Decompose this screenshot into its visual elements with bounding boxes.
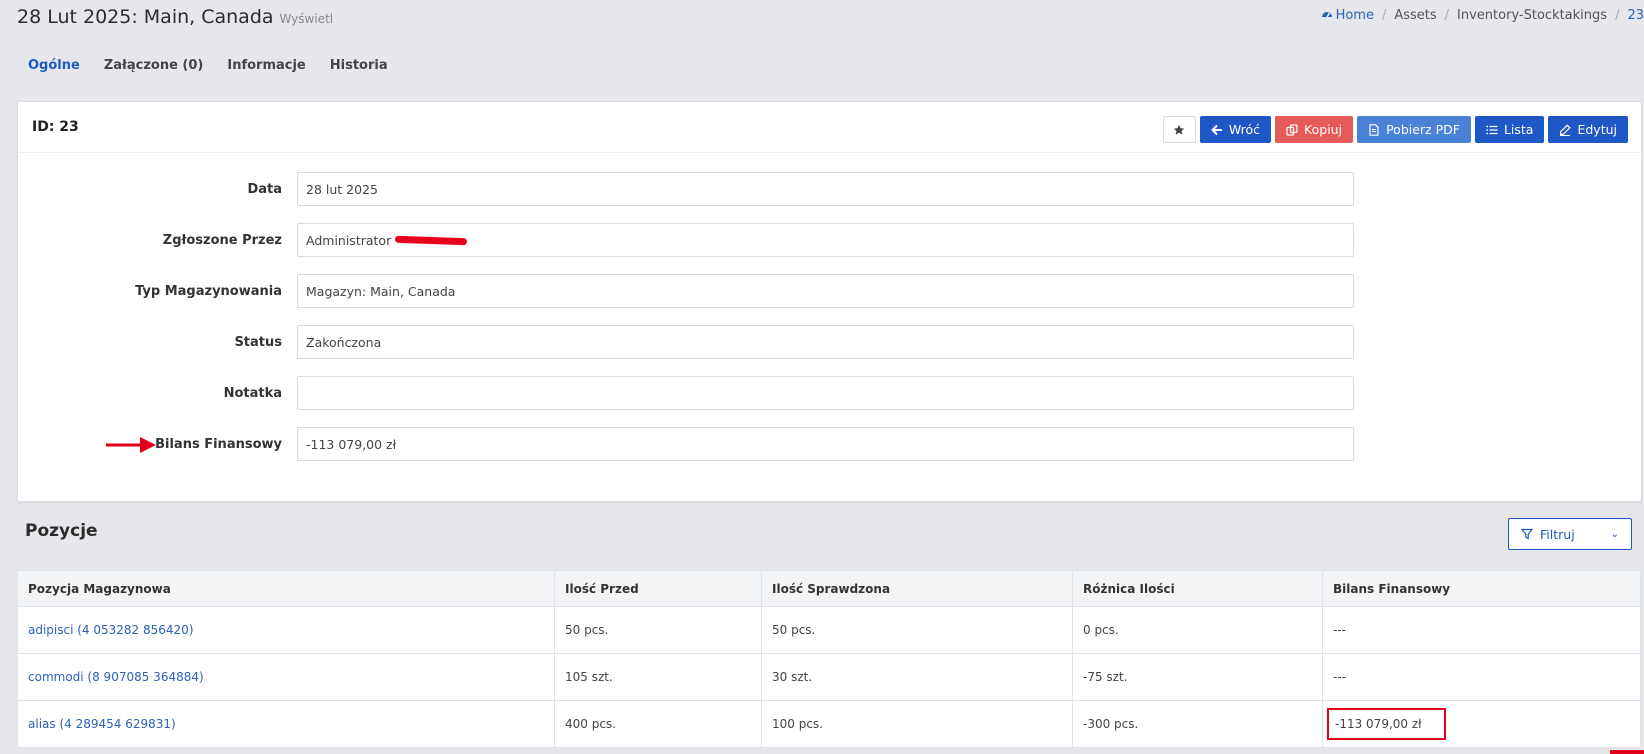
tabs: Ogólne Załączone (0) Informacje Historia xyxy=(28,58,388,73)
file-pdf-icon xyxy=(1369,123,1379,136)
copy-button[interactable]: Kopiuj xyxy=(1275,116,1354,143)
download-pdf-button[interactable]: Pobierz PDF xyxy=(1357,116,1471,143)
redaction-mark xyxy=(395,235,468,245)
filter-button[interactable]: Filtruj ⌄ xyxy=(1508,518,1632,550)
form-row-status: Status Zakończona xyxy=(18,325,1641,361)
details-card: ID: 23 Wróć Kopiuj Pobierz PDF Lista Edy… xyxy=(17,101,1642,502)
breadcrumb-inventory[interactable]: Inventory-Stocktakings xyxy=(1457,8,1607,23)
form-row-date: Data 28 lut 2025 xyxy=(18,172,1641,208)
card-header: ID: 23 Wróć Kopiuj Pobierz PDF Lista Edy… xyxy=(18,102,1641,153)
table-header-row: Pozycja Magazynowa Ilość Przed Ilość Spr… xyxy=(17,570,1641,607)
tab-history[interactable]: Historia xyxy=(330,58,388,73)
financial-balance: --- xyxy=(1322,653,1641,701)
storage-type-field: Magazyn: Main, Canada xyxy=(297,274,1354,308)
column-header[interactable]: Ilość Przed xyxy=(554,570,762,607)
storage-type-label: Typ Magazynowania xyxy=(135,284,282,299)
quantity-difference: -75 szt. xyxy=(1072,653,1323,701)
record-id: ID: 23 xyxy=(32,119,79,135)
quantity-checked: 30 szt. xyxy=(761,653,1073,701)
financial-balance-field: -113 079,00 zł xyxy=(297,427,1354,461)
breadcrumb-current: 23 xyxy=(1627,8,1644,23)
quantity-checked: 100 pcs. xyxy=(761,700,1073,748)
column-header[interactable]: Ilość Sprawdzona xyxy=(761,570,1073,607)
status-label: Status xyxy=(234,335,282,350)
quantity-before: 400 pcs. xyxy=(554,700,762,748)
column-header[interactable]: Różnica Ilości xyxy=(1072,570,1323,607)
copy-icon xyxy=(1286,123,1298,136)
date-label: Data xyxy=(247,182,282,197)
breadcrumb-separator: / xyxy=(1615,8,1620,23)
page-title-text: 28 Lut 2025: Main, Canada xyxy=(17,6,274,28)
tab-attachments[interactable]: Załączone (0) xyxy=(104,58,204,73)
back-button[interactable]: Wróć xyxy=(1199,116,1272,143)
edit-button[interactable]: Edytuj xyxy=(1548,116,1628,143)
filter-icon xyxy=(1521,528,1533,540)
table-row: commodi (8 907085 364884) 105 szt. 30 sz… xyxy=(17,653,1641,701)
breadcrumb: Home / Assets / Inventory-Stocktakings /… xyxy=(1321,8,1644,23)
quantity-difference: 0 pcs. xyxy=(1072,606,1323,654)
reported-by-field: Administrator xyxy=(297,223,1354,257)
list-button[interactable]: Lista xyxy=(1474,116,1545,143)
item-link[interactable]: alias (4 289454 629831) xyxy=(17,700,555,748)
page-title: 28 Lut 2025: Main, Canada Wyświetl xyxy=(17,6,333,28)
item-link[interactable]: commodi (8 907085 364884) xyxy=(17,653,555,701)
form-row-storage-type: Typ Magazynowania Magazyn: Main, Canada xyxy=(18,274,1641,310)
highlighted-financial-balance: -113 079,00 zł xyxy=(1327,708,1446,740)
breadcrumb-separator: / xyxy=(1381,8,1387,23)
favorite-button[interactable] xyxy=(1162,116,1196,143)
financial-balance: --- xyxy=(1322,606,1641,654)
table-row: alias (4 289454 629831) 400 pcs. 100 pcs… xyxy=(17,700,1641,748)
breadcrumb-home[interactable]: Home xyxy=(1321,8,1374,23)
column-header[interactable]: Bilans Finansowy xyxy=(1322,570,1641,607)
positions-table: Pozycja Magazynowa Ilość Przed Ilość Spr… xyxy=(17,570,1641,748)
quantity-before: 105 szt. xyxy=(554,653,762,701)
note-field xyxy=(297,376,1354,410)
annotation-mark xyxy=(1610,750,1644,754)
annotation-arrow-icon xyxy=(106,437,156,453)
page-subtitle: Wyświetl xyxy=(279,12,334,26)
form-row-reported-by: Zgłoszone Przez Administrator xyxy=(18,223,1641,259)
form-row-note: Notatka xyxy=(18,376,1641,412)
form-row-financial-balance: Bilans Finansowy -113 079,00 zł xyxy=(18,427,1641,463)
reported-by-value: Administrator xyxy=(306,232,392,248)
star-icon xyxy=(1174,124,1185,135)
financial-balance-label: Bilans Finansowy xyxy=(155,437,282,452)
quantity-checked: 50 pcs. xyxy=(761,606,1073,654)
status-field: Zakończona xyxy=(297,325,1354,359)
financial-balance-cell: -113 079,00 zł xyxy=(1322,700,1641,748)
reported-by-label: Zgłoszone Przez xyxy=(162,233,282,248)
tab-general[interactable]: Ogólne xyxy=(28,58,80,73)
table-row: adipisci (4 053282 856420) 50 pcs. 50 pc… xyxy=(17,606,1641,654)
chevron-down-icon: ⌄ xyxy=(1610,528,1619,540)
pencil-icon xyxy=(1560,123,1572,136)
column-header[interactable]: Pozycja Magazynowa xyxy=(17,570,555,607)
breadcrumb-assets[interactable]: Assets xyxy=(1394,8,1436,23)
list-icon xyxy=(1486,125,1498,134)
breadcrumb-separator: / xyxy=(1444,8,1450,23)
action-buttons: Wróć Kopiuj Pobierz PDF Lista Edytuj xyxy=(1162,116,1628,143)
dashboard-icon xyxy=(1321,12,1332,18)
quantity-difference: -300 pcs. xyxy=(1072,700,1323,748)
note-label: Notatka xyxy=(223,386,282,401)
filter-label: Filtruj xyxy=(1540,526,1575,542)
date-field: 28 lut 2025 xyxy=(297,172,1354,206)
quantity-before: 50 pcs. xyxy=(554,606,762,654)
arrow-left-icon xyxy=(1210,124,1222,135)
item-link[interactable]: adipisci (4 053282 856420) xyxy=(17,606,555,654)
tab-information[interactable]: Informacje xyxy=(227,58,305,73)
positions-title: Pozycje xyxy=(25,521,98,541)
